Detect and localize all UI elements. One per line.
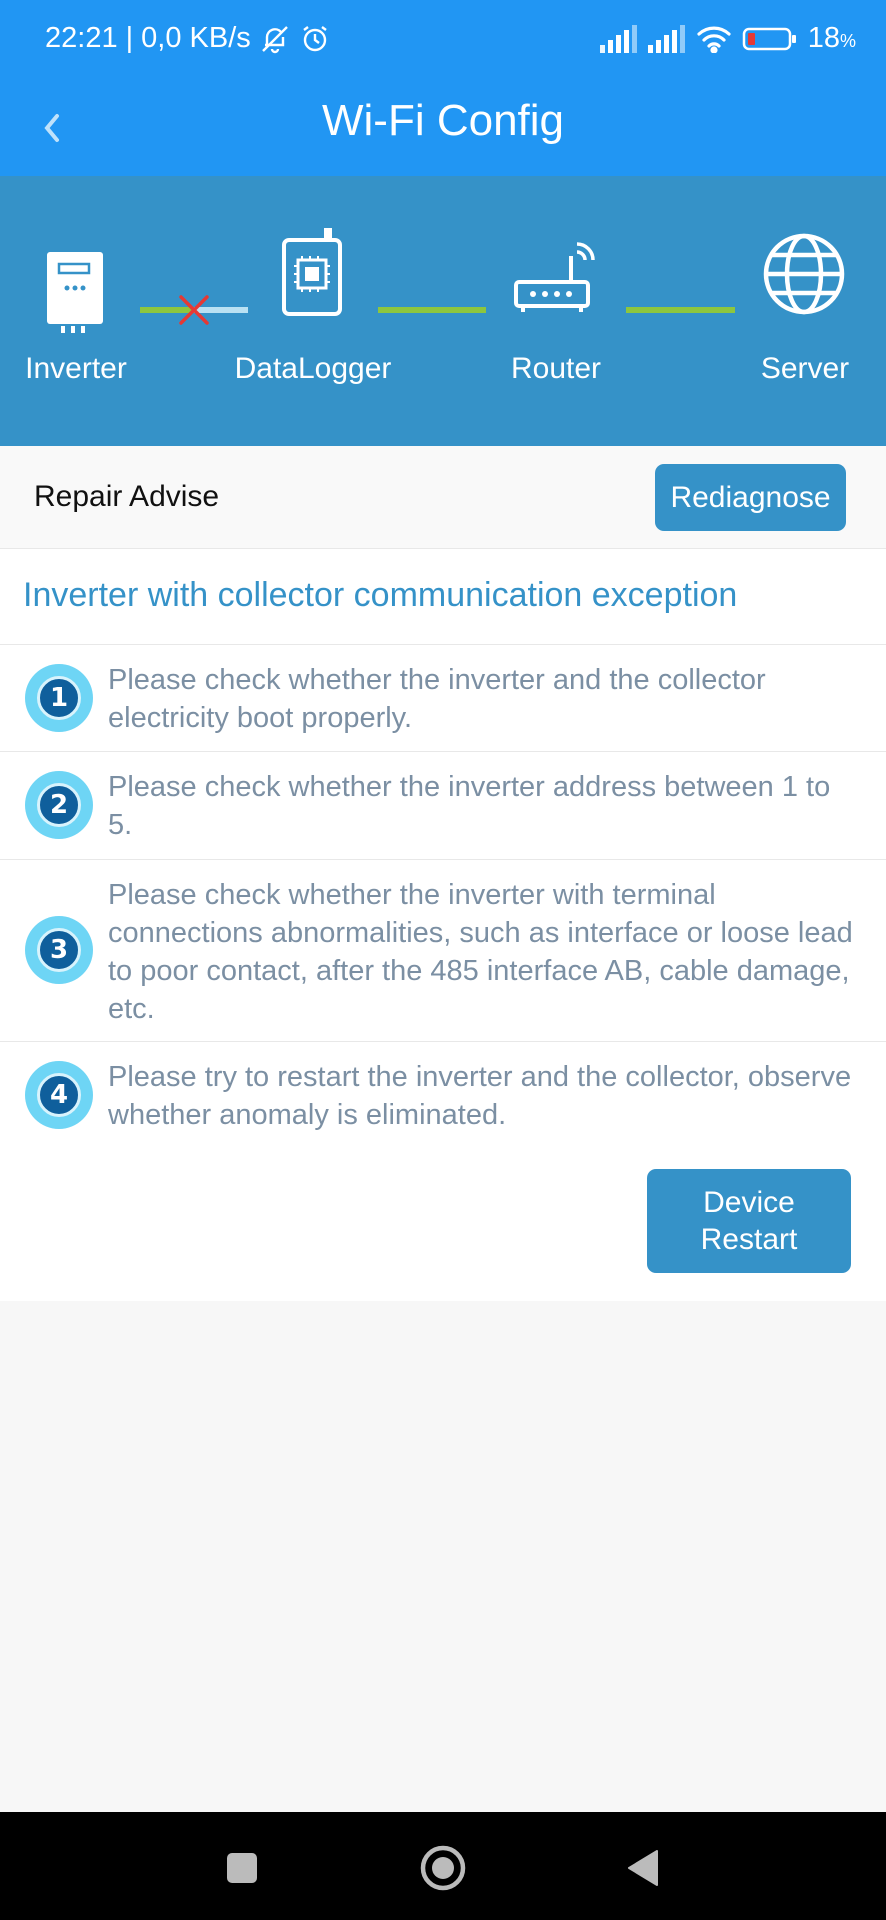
- device-restart-button[interactable]: Device Restart: [647, 1169, 851, 1273]
- datalogger-label: DataLogger: [234, 352, 392, 385]
- square-icon: [227, 1853, 257, 1883]
- step-number-badge: 3: [25, 916, 93, 984]
- list-item: 4 Please try to restart the inverter and…: [0, 1042, 886, 1152]
- inverter-node: Inverter: [0, 176, 152, 446]
- step-number-badge: 1: [25, 664, 93, 732]
- recents-button[interactable]: [212, 1838, 272, 1898]
- router-node: Router: [486, 176, 626, 446]
- list-item: 1 Please check whether the inverter and …: [0, 645, 886, 752]
- bell-muted-icon: [259, 23, 291, 55]
- datalogger-icon: [282, 228, 342, 316]
- app-bar: Wi-Fi Config: [0, 80, 886, 176]
- repair-steps: 1 Please check whether the inverter and …: [0, 645, 886, 1152]
- rediagnose-button[interactable]: Rediagnose: [655, 464, 846, 531]
- step-number-badge: 2: [25, 771, 93, 839]
- server-label: Server: [760, 352, 850, 385]
- router-icon: [514, 242, 595, 312]
- server-node: Server: [744, 176, 866, 446]
- link-datalogger-router: [378, 307, 486, 313]
- step-text: Please check whether the inverter and th…: [108, 664, 766, 734]
- repair-advise-label: Repair Advise: [34, 480, 220, 513]
- link-router-server: [626, 307, 735, 313]
- step-number-badge: 4: [25, 1061, 93, 1129]
- repair-advise-row: Repair Advise Rediagnose: [0, 446, 886, 549]
- step-text: Please try to restart the inverter and t…: [108, 1061, 852, 1131]
- list-item: 2 Please check whether the inverter addr…: [0, 752, 886, 860]
- battery-icon: [742, 25, 798, 53]
- globe-icon: [763, 233, 845, 315]
- circle-home-icon: [420, 1845, 466, 1891]
- error-x-icon: [179, 295, 209, 325]
- triangle-back-icon: [628, 1850, 658, 1886]
- step-text: Please check whether the inverter with t…: [108, 879, 853, 1025]
- restart-label: Device Restart: [700, 1186, 798, 1256]
- signal-icon: [599, 24, 638, 53]
- system-nav-bar: [0, 1812, 886, 1920]
- wifi-icon: [696, 25, 732, 53]
- status-time: 22:21: [45, 22, 118, 54]
- exception-title: Inverter with collector communication ex…: [0, 549, 886, 645]
- status-net-speed: | 0,0 KB/s: [125, 22, 251, 54]
- page-title: Wi-Fi Config: [321, 96, 565, 145]
- alarm-icon: [299, 23, 331, 55]
- inverter-label: Inverter: [25, 352, 127, 385]
- router-label: Router: [510, 352, 602, 385]
- back-nav-button[interactable]: [613, 1838, 673, 1898]
- status-bar: 22:21 | 0,0 KB/s 18%: [0, 0, 886, 80]
- signal-icon-2: [647, 24, 686, 53]
- repair-panel: Repair Advise Rediagnose Inverter with c…: [0, 446, 886, 1301]
- connection-diagram: Inverter DataLogger Router Server: [0, 176, 886, 446]
- home-button[interactable]: [413, 1838, 473, 1898]
- step-text: Please check whether the inverter addres…: [108, 771, 831, 841]
- inverter-icon: [47, 252, 103, 333]
- list-item: 3 Please check whether the inverter with…: [0, 860, 886, 1042]
- battery-percent: 18%: [807, 22, 856, 54]
